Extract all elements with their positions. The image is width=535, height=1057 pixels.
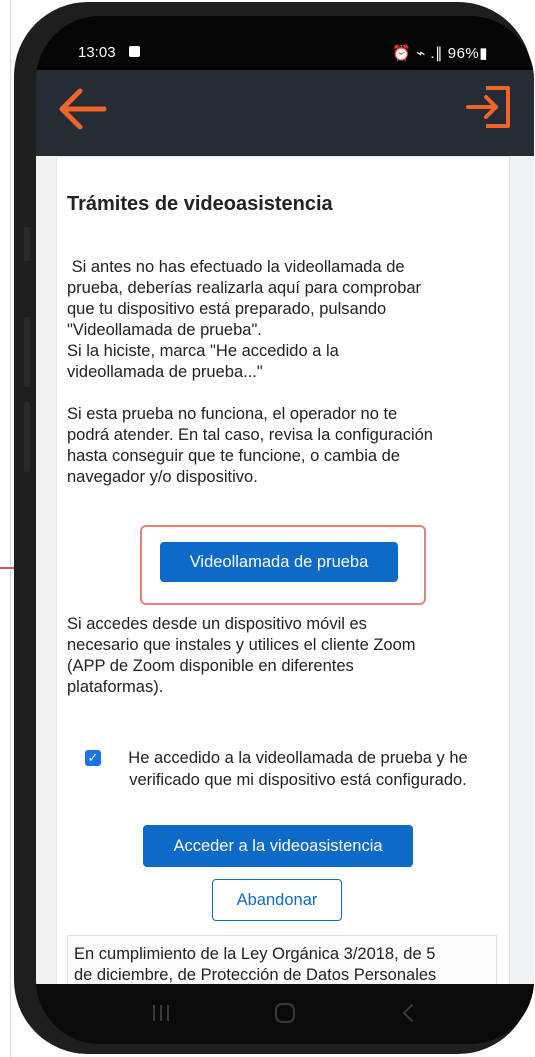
mobile-line: (APP de Zoom disponible en diferentes [67,657,354,675]
phone-screen: 13:03 ⏰ ⌁ .∥ 96%▮ Trámites de videoasist… [36,16,534,1044]
mobile-line: Si accedes desde un dispositivo móvil es [67,615,367,633]
exit-icon[interactable] [464,82,514,132]
volume-up-button [24,227,30,261]
status-time: 13:03 [78,44,116,61]
phone-frame: 13:03 ⏰ ⌁ .∥ 96%▮ Trámites de videoasist… [14,2,534,1054]
intro-text: Si antes no has efectuado la videollamad… [67,257,487,383]
arrow-left-icon[interactable] [56,82,110,136]
warning-line: podrá atender. En tal caso, revisa la co… [67,426,433,444]
confirm-checkbox-label[interactable]: He accedido a la videollamada de prueba … [103,747,493,791]
system-nav-bar [36,984,534,1044]
page-title: Trámites de videoasistencia [67,193,333,215]
abandon-button[interactable]: Abandonar [212,879,342,921]
warning-line: hasta conseguir que te funcione, o cambi… [67,447,400,465]
legal-line: de diciembre, de Protección de Datos Per… [74,966,437,984]
volume-down-button [24,317,30,387]
page-left-border [10,0,11,1057]
confirm-checkbox[interactable]: ✓ [85,750,101,766]
warning-line: Si esta prueba no funciona, el operador … [67,405,398,423]
mobile-line: plataformas). [67,678,164,696]
intro-line: Si antes no has efectuado la videollamad… [67,258,405,276]
home-icon[interactable] [272,1000,298,1026]
intro-line: Si la hiciste, marca "He accedido a la [67,342,339,360]
app-header [36,70,534,156]
legal-notice: En cumplimiento de la Ley Orgánica 3/201… [67,935,497,984]
status-bar: 13:03 ⏰ ⌁ .∥ 96%▮ [36,16,534,70]
back-nav-icon[interactable] [396,1000,422,1026]
intro-line: que tu dispositivo está preparado, pulsa… [67,300,387,318]
checkbox-line: verificado que mi dispositivo está confi… [129,771,467,789]
test-call-button[interactable]: Videollamada de prueba [160,542,398,582]
recent-apps-icon[interactable] [148,1000,174,1026]
intro-line: videollamada de prueba..." [67,363,263,381]
main-content: Trámites de videoasistencia Si antes no … [36,156,534,984]
mobile-info-text: Si accedes desde un dispositivo móvil es… [67,614,487,698]
warning-text: Si esta prueba no funciona, el operador … [67,404,487,488]
intro-line: "Videollamada de prueba". [67,321,262,339]
videoassistance-card: Trámites de videoasistencia Si antes no … [56,156,510,984]
intro-line: prueba, deberías realizarla aquí para co… [67,279,422,297]
access-videoassistance-button[interactable]: Acceder a la videoasistencia [143,825,413,867]
legal-line: En cumplimiento de la Ley Orgánica 3/201… [74,945,436,963]
status-icons: ⏰ ⌁ .∥ 96%▮ [392,45,488,62]
warning-line: navegador y/o dispositivo. [67,468,258,486]
power-button [24,402,30,472]
gallery-icon [129,46,140,57]
checkbox-line: He accedido a la videollamada de prueba … [128,749,468,767]
mobile-line: necesario que instales y utilices el cli… [67,636,416,654]
